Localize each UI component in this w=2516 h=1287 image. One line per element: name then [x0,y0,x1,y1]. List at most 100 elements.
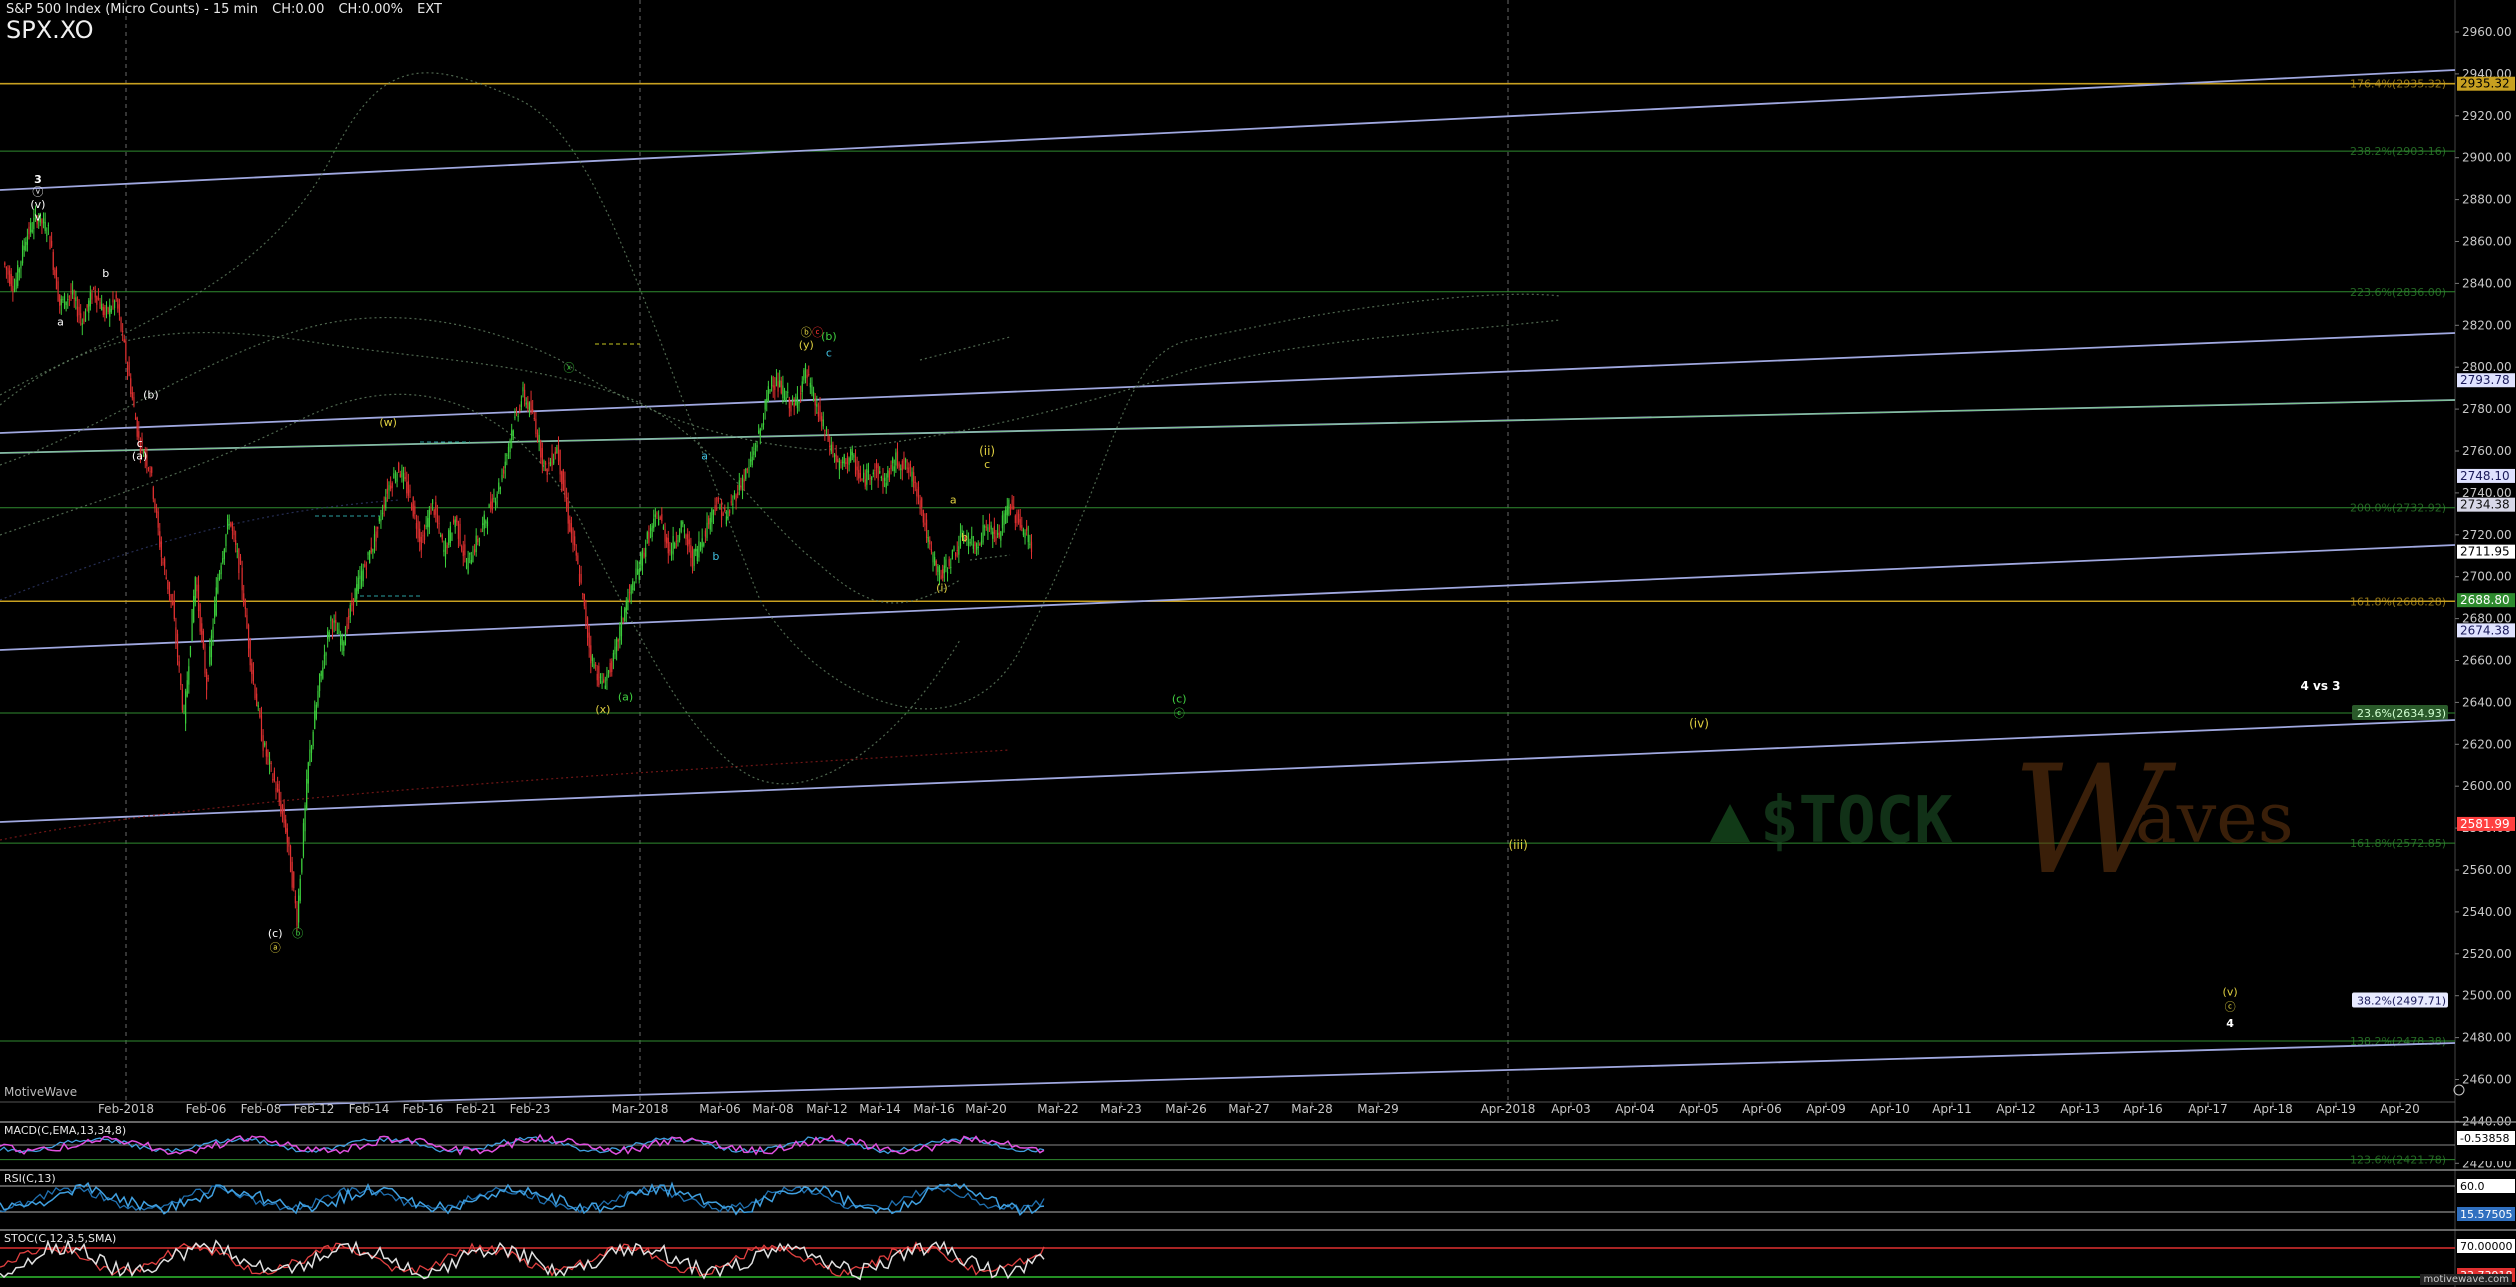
fib-level-label: 161.8%(2572.85) [2350,837,2446,850]
candle-body [675,540,677,542]
candle-body [756,445,758,448]
fib-level-label: 238.2%(2903.16) [2350,145,2446,158]
candle-body [298,895,300,923]
fib-level-label: 223.6%(2836.00) [2350,286,2446,299]
candle-body [323,654,326,660]
candle-body [643,552,645,557]
candle-body [202,631,204,648]
candle-body [159,531,161,548]
time-tick-label: Mar-23 [1100,1102,1141,1116]
candle-body [231,523,234,532]
candle-body [745,468,747,479]
candle-body [365,567,368,570]
candle-body [444,541,447,560]
candle-body [569,519,571,532]
candle-body [467,557,469,574]
chart-area[interactable]: 176.4%(2935.32) 238.2%(2903.16) 223.6%(283… [0,0,2516,1287]
candle-body [260,715,263,741]
candle-body [72,289,74,295]
candle-body [863,472,865,479]
candle-body [449,526,451,544]
candle-body [1013,506,1015,509]
candle-body [536,432,539,441]
candle-body [711,508,713,523]
candle-body [304,805,306,832]
candle-body [230,522,232,527]
candle-body [795,400,797,406]
wave-label: (iv) [1689,717,1709,731]
wave-label: (y) [799,338,814,351]
price-tick-label: 2700.00 [2462,570,2512,584]
rsi-pane: RSI(C,13) 60.0 15.57505 [0,1169,2516,1221]
candle-body [412,497,414,517]
candle-body [409,489,411,493]
price-tick-label: 2960.00 [2462,25,2512,39]
candle-body [977,547,979,549]
candle-body [15,279,17,289]
candle-body [118,304,121,316]
candle-body [622,618,624,620]
time-tick-label: Mar-22 [1037,1102,1078,1116]
candle-body [125,341,127,361]
price-flag: 2688.80 [2457,593,2515,608]
candle-body [606,674,608,681]
candle-body [65,301,67,306]
candle-body [346,624,348,632]
candle-body [607,670,610,674]
candle-body [743,479,745,482]
candle-body [770,377,773,387]
candle-body [885,482,887,488]
candle-body [896,451,899,466]
candle-body [109,304,111,317]
candle-body [51,240,53,247]
candle-body [131,392,133,399]
chart-title: S&P 500 Index (Micro Counts) - 15 min CH… [6,2,452,17]
candle-body [829,445,831,447]
price-tick-label: 2480.00 [2462,1031,2512,1045]
candle-body [955,552,957,557]
candle-body [493,497,495,500]
price-tick-label: 2800.00 [2462,360,2512,374]
candle-body [175,627,177,642]
candle-body [929,540,931,545]
candle-body [903,457,905,469]
candle-body [398,462,400,472]
wave-label: (b) [821,330,837,343]
wave-label: ⓐ [270,942,281,955]
candle-body [612,653,614,662]
candle-body [228,523,230,525]
wave-label: ⓒ [1174,707,1185,720]
candle-body [46,234,48,236]
time-tick-label: Apr-16 [2123,1102,2163,1116]
candle-body [181,689,183,711]
candle-body [593,664,595,669]
candle-body [535,418,537,434]
candle-body [320,670,322,676]
candle-body [75,297,77,301]
candle-body [375,531,377,542]
candle-body [940,575,942,579]
candle-body [204,651,206,674]
candle-body [438,523,440,525]
candle-body [1027,534,1029,543]
candle-body [637,569,639,575]
candle-body [1017,513,1020,523]
candle-body [94,289,96,298]
time-tick-label: Feb-2018 [98,1102,154,1116]
fib-level-label: 38.2%(2497.71) [2357,994,2446,1007]
wave-label: b [712,550,719,563]
candle-body [722,513,724,516]
candle-body [499,487,501,490]
candle-body [309,749,311,763]
candle-body [1016,512,1018,524]
candle-body [359,575,361,580]
candle-body [785,397,787,402]
candle-body [201,623,203,635]
price-flag-label: 2674.38 [2460,623,2510,637]
candle-body [60,298,62,306]
moving-averages [0,72,1561,841]
time-tick-label: Apr-05 [1679,1102,1719,1116]
candle-body [638,569,640,580]
candle-body [420,536,422,550]
candle-body [703,543,705,546]
